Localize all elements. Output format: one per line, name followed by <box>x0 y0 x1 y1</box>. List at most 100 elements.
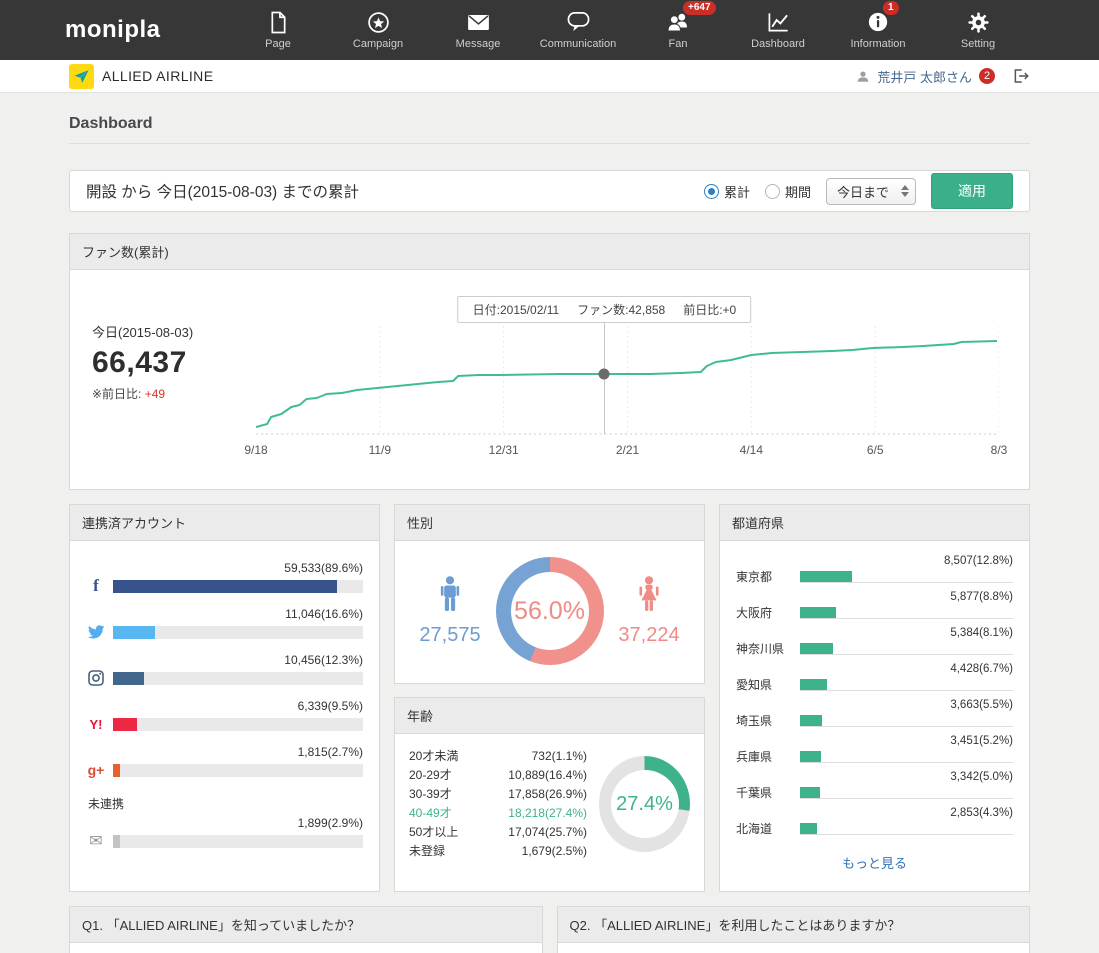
user-avatar-icon <box>856 69 870 84</box>
fan-count-panel: ファン数(累計) 今日(2015-08-03) 66,437 ※前日比: +49… <box>69 233 1030 490</box>
nav-item-page[interactable]: Page <box>228 0 328 60</box>
account-row-twitter: 11,046(16.6%) <box>86 607 363 641</box>
setting-icon <box>967 10 990 34</box>
prefecture-row: 2,853(4.3%) 北海道 <box>736 807 1013 837</box>
date-range-select[interactable]: 今日まで <box>826 178 916 205</box>
radio-unselected-icon <box>765 184 780 199</box>
gender-panel: 性別 27,575 56.0% <box>394 504 705 684</box>
fan-count-badge: +647 <box>683 1 716 15</box>
message-icon <box>467 10 490 34</box>
gender-percent: 56.0% <box>514 597 585 626</box>
nav-label: Dashboard <box>751 38 805 50</box>
twitter-icon <box>86 623 106 641</box>
nav-label: Page <box>265 38 291 50</box>
nav-label: Campaign <box>353 38 403 50</box>
apply-button[interactable]: 適用 <box>931 173 1013 209</box>
main-nav: Page Campaign Message Communication <box>228 0 1028 60</box>
q2-title: Q2. 「ALLIED AIRLINE」を利用したことはありますか？ <box>558 907 1030 943</box>
female-icon <box>634 600 664 617</box>
information-count-badge: 1 <box>883 1 899 15</box>
age-panel: 年齢 20才未満732(1.1%) 20-29才10,889(16.4%) 30… <box>394 697 705 892</box>
fan-today-date: 今日(2015-08-03) <box>92 322 256 341</box>
fan-line-chart[interactable]: 日付:2015/02/11ファン数:42,858前日比:+0 <box>256 322 999 459</box>
linked-accounts-title: 連携済アカウント <box>70 505 379 541</box>
fan-panel-title: ファン数(累計) <box>70 234 1029 270</box>
account-row-instagram: 10,456(12.3%) <box>86 653 363 687</box>
nav-item-message[interactable]: Message <box>428 0 528 60</box>
brand-logo[interactable]: monipla <box>65 16 161 44</box>
nav-item-campaign[interactable]: Campaign <box>328 0 428 60</box>
age-row: 20-29才10,889(16.4%) <box>409 766 587 785</box>
fan-chart-svg <box>256 322 999 437</box>
age-row: 30-39才17,858(26.9%) <box>409 785 587 804</box>
male-icon <box>437 600 463 617</box>
user-name-link[interactable]: 荒井戸 太郎さん <box>877 67 972 86</box>
nav-item-communication[interactable]: Communication <box>528 0 628 60</box>
male-count: 27,575 <box>415 624 485 647</box>
linked-accounts-panel: 連携済アカウント 59,533(89.6%) f 11,046(16.6%) <box>69 504 380 892</box>
radio-period[interactable]: 期間 <box>765 182 811 201</box>
prefecture-row: 5,384(8.1%) 神奈川県 <box>736 627 1013 657</box>
mail-icon: ✉ <box>86 832 106 850</box>
radio-period-label: 期間 <box>785 182 811 201</box>
nav-item-information[interactable]: 1 Information <box>828 0 928 60</box>
yahoo-bar <box>113 718 363 731</box>
unlinked-label: 未連携 <box>88 795 363 812</box>
account-row-yahoo: 6,339(9.5%) Y! <box>86 699 363 733</box>
yahoo-icon: Y! <box>86 715 106 733</box>
campaign-icon <box>367 10 390 34</box>
select-arrows-icon <box>901 185 909 197</box>
age-row-highlighted: 40-49才18,218(27.4%) <box>409 804 587 823</box>
age-row: 未登録1,679(2.5%) <box>409 842 587 861</box>
female-count: 37,224 <box>614 624 684 647</box>
q1-panel: Q1. 「ALLIED AIRLINE」を知っていましたか？ 知っていた33,7… <box>69 906 543 953</box>
logout-button[interactable] <box>1012 67 1030 85</box>
chart-marker-dot <box>599 369 610 380</box>
q1-title: Q1. 「ALLIED AIRLINE」を知っていましたか？ <box>70 907 542 943</box>
prefecture-row: 3,663(5.5%) 埼玉県 <box>736 699 1013 729</box>
age-table: 20才未満732(1.1%) 20-29才10,889(16.4%) 30-39… <box>409 747 587 861</box>
facebook-icon: f <box>86 577 106 595</box>
googleplus-icon: g+ <box>86 761 106 779</box>
prefecture-row: 4,428(6.7%) 愛知県 <box>736 663 1013 693</box>
nav-item-dashboard[interactable]: Dashboard <box>728 0 828 60</box>
filter-bar: 開設 から 今日(2015-08-03) までの累計 累計 期間 今日まで 適用 <box>69 170 1030 212</box>
nav-label: Setting <box>961 38 995 50</box>
prefecture-row: 3,342(5.0%) 千葉県 <box>736 771 1013 801</box>
account-row-googleplus: 1,815(2.7%) g+ <box>86 745 363 779</box>
account-name: ALLIED AIRLINE <box>102 68 213 84</box>
user-notification-badge: 2 <box>979 68 995 84</box>
account-row-unlinked: 1,899(2.9%) ✉ <box>86 816 363 850</box>
gender-title: 性別 <box>395 505 704 541</box>
q2-panel: Q2. 「ALLIED AIRLINE」を利用したことはありますか？ 利用したこ… <box>557 906 1031 953</box>
page-title: Dashboard <box>69 93 1030 144</box>
radio-selected-icon <box>704 184 719 199</box>
radio-cumulative[interactable]: 累計 <box>704 182 750 201</box>
age-donut: 27.4% <box>599 756 690 852</box>
fan-stats: 今日(2015-08-03) 66,437 ※前日比: +49 <box>88 322 256 459</box>
unlinked-bar <box>113 835 363 848</box>
fan-day-diff: ※前日比: +49 <box>92 385 256 402</box>
female-stat: 37,224 <box>614 576 684 647</box>
nav-item-setting[interactable]: Setting <box>928 0 1028 60</box>
top-nav: monipla Page Campaign Message <box>0 0 1099 60</box>
prefecture-panel: 都道府県 8,507(12.8%) 東京都 5,877(8.8%) 大阪府 5,… <box>719 504 1030 892</box>
nav-label: Information <box>850 38 905 50</box>
show-more-link[interactable]: もっと見る <box>842 856 907 871</box>
nav-label: Message <box>456 38 501 50</box>
chart-x-axis: 9/18 11/9 12/31 2/21 4/14 6/5 8/3 <box>256 443 999 459</box>
twitter-bar <box>113 626 363 639</box>
fan-total-value: 66,437 <box>92 346 256 380</box>
age-row: 50才以上17,074(25.7%) <box>409 823 587 842</box>
nav-item-fan[interactable]: +647 Fan <box>628 0 728 60</box>
prefecture-title: 都道府県 <box>720 505 1029 541</box>
dashboard-icon <box>767 10 790 34</box>
age-title: 年齢 <box>395 698 704 734</box>
facebook-bar <box>113 580 363 593</box>
prefecture-row: 8,507(12.8%) 東京都 <box>736 555 1013 585</box>
nav-label: Fan <box>669 38 688 50</box>
prefecture-row: 5,877(8.8%) 大阪府 <box>736 591 1013 621</box>
filter-summary: 開設 から 今日(2015-08-03) までの累計 <box>86 180 359 202</box>
nav-label: Communication <box>540 38 616 50</box>
age-percent: 27.4% <box>616 793 673 816</box>
